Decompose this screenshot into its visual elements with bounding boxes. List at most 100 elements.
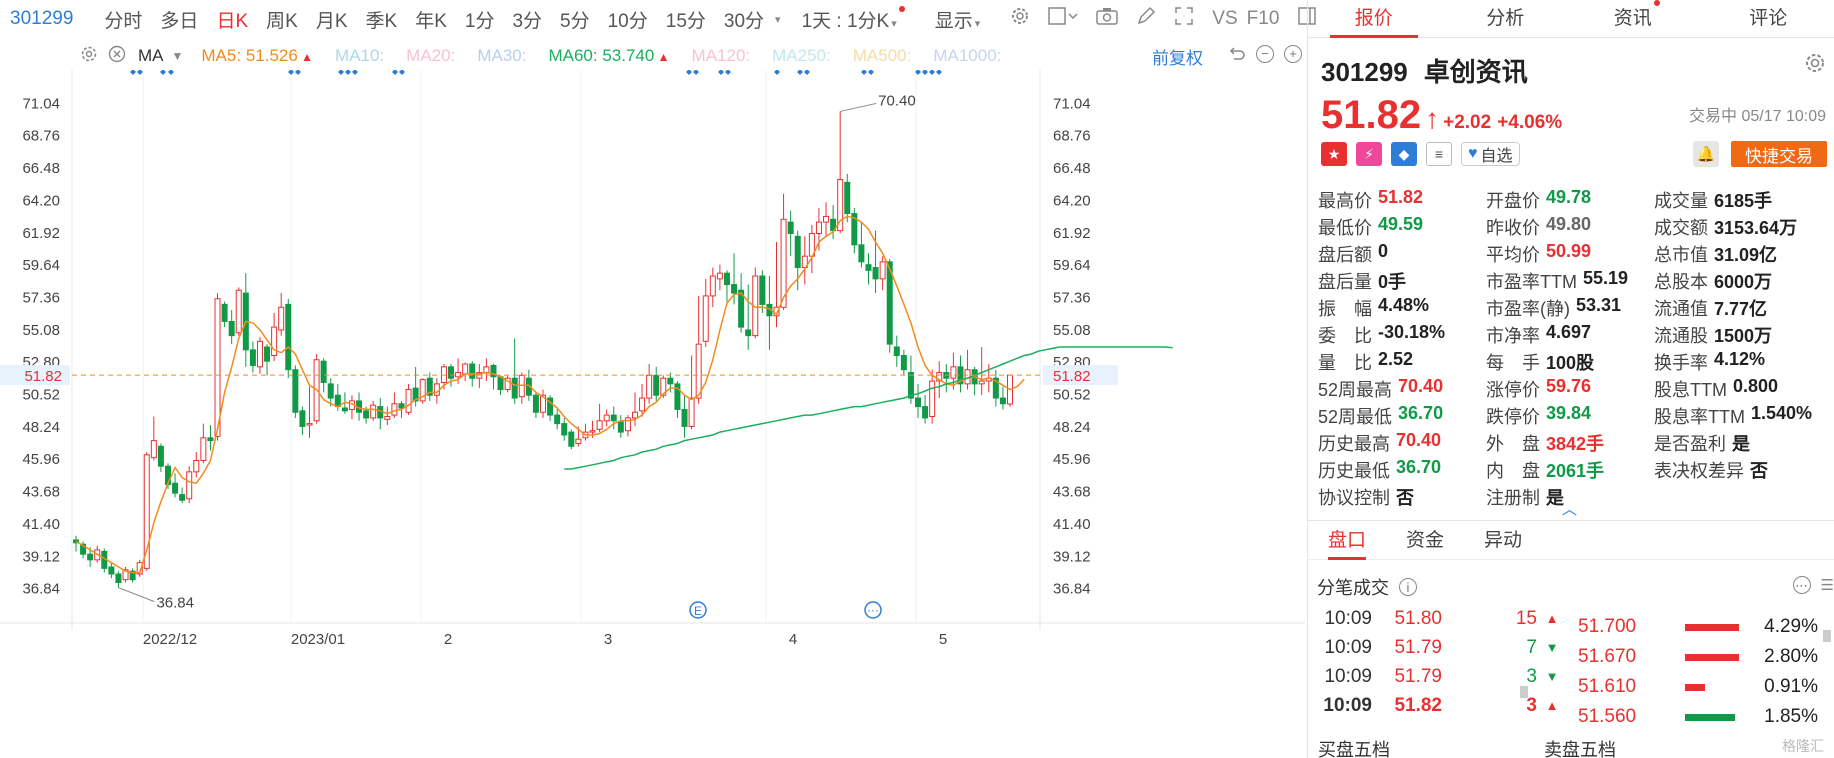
close-icon[interactable]: [108, 45, 126, 68]
quick-trade-button[interactable]: 快捷交易: [1731, 141, 1827, 167]
zoom-in-icon[interactable]: +: [1284, 44, 1302, 63]
period-4[interactable]: 月K: [307, 6, 357, 33]
stat-value: 3842手: [1546, 433, 1605, 454]
level-bar-fill: [1685, 653, 1739, 661]
tag-icon[interactable]: ◆: [1391, 142, 1417, 166]
scrollbar[interactable]: [1520, 686, 1528, 698]
period-12[interactable]: 30分: [715, 6, 773, 33]
period-11[interactable]: 15分: [657, 6, 715, 33]
stat-value: 6000万: [1714, 271, 1773, 292]
app-root: 301299 分时 多日 日K 周K 月K 季K 年K 1分 3分 5分 10分 15分 30分 ▾ 1…: [0, 0, 1834, 758]
event-marker[interactable]: [399, 70, 405, 75]
fullscreen-icon[interactable]: [1165, 6, 1203, 32]
period-8[interactable]: 3分: [503, 6, 551, 33]
period-0[interactable]: 分时: [95, 6, 151, 33]
candle-body: [815, 221, 822, 234]
event-marker[interactable]: [868, 70, 874, 75]
ma250-label[interactable]: MA250:: [772, 46, 831, 66]
event-marker[interactable]: [295, 70, 301, 75]
camera-icon[interactable]: [1087, 6, 1127, 32]
tab-analysis[interactable]: 分析: [1440, 0, 1572, 37]
event-marker[interactable]: [686, 70, 692, 75]
stock-code-tab[interactable]: 301299: [0, 8, 83, 30]
ma30-label[interactable]: MA30:: [477, 46, 526, 66]
ma5-label[interactable]: MA5: 51.526 ▲: [201, 46, 313, 66]
ma1000-label[interactable]: MA1000:: [933, 46, 1001, 66]
event-marker[interactable]: [725, 70, 731, 75]
add-watchlist-button[interactable]: ♥ 自选: [1461, 142, 1520, 166]
period-6[interactable]: 年K: [406, 6, 456, 33]
event-marker[interactable]: [718, 70, 724, 75]
ma120-label[interactable]: MA120:: [692, 46, 751, 66]
level-row: 51.670 2.80%: [1578, 642, 1818, 672]
chevron-down-icon[interactable]: ▼: [172, 49, 184, 63]
info-icon[interactable]: i: [1399, 578, 1417, 596]
event-marker[interactable]: [922, 70, 928, 75]
event-marker[interactable]: [693, 70, 699, 75]
indicator-settings-icon[interactable]: [80, 45, 98, 68]
chevron-down-icon[interactable]: ▾: [775, 13, 781, 26]
period-10[interactable]: 10分: [599, 6, 657, 33]
zoom-out-icon[interactable]: −: [1256, 44, 1274, 63]
ma60-label[interactable]: MA60: 53.740 ▲: [548, 46, 669, 66]
order-tabs: 盘口 资金 异动: [1308, 520, 1834, 560]
vs-button[interactable]: VS: [1203, 8, 1246, 30]
period-5[interactable]: 季K: [357, 6, 407, 33]
event-marker[interactable]: [352, 70, 358, 75]
tab-quote[interactable]: 报价: [1308, 0, 1440, 38]
stat-value: 3153.64万: [1714, 217, 1798, 238]
event-marker[interactable]: [797, 70, 803, 75]
more-icon[interactable]: ⋯: [1792, 576, 1811, 594]
gear-icon[interactable]: [1804, 52, 1826, 80]
ma500-label[interactable]: MA500:: [853, 46, 912, 66]
stat-label: 涨停价: [1486, 379, 1540, 400]
stat-value: 36.70: [1398, 402, 1444, 423]
event-marker[interactable]: [774, 70, 780, 75]
tab-orderbook[interactable]: 盘口: [1308, 521, 1386, 560]
event-marker[interactable]: [392, 70, 398, 75]
candle-body: [667, 377, 674, 385]
event-marker[interactable]: [936, 70, 942, 75]
period-3[interactable]: 周K: [257, 6, 307, 33]
display-menu[interactable]: 显示 ▾: [926, 6, 990, 33]
kline-chart[interactable]: 71.04 71.04 68.76 68.76 66.48 66.48 64.20 64.20…: [0, 70, 1305, 758]
candle-body: [398, 403, 405, 409]
china-flag-icon[interactable]: ★: [1321, 142, 1347, 166]
f10-button[interactable]: F10: [1247, 8, 1289, 30]
period-9[interactable]: 5分: [551, 6, 599, 33]
ma10-label[interactable]: MA10:: [335, 46, 384, 66]
lightning-icon[interactable]: ⚡: [1356, 142, 1382, 166]
event-marker[interactable]: [345, 70, 351, 75]
event-marker[interactable]: [861, 70, 867, 75]
scrollbar[interactable]: [1823, 630, 1831, 642]
tab-news[interactable]: 资讯: [1571, 0, 1703, 37]
event-marker[interactable]: [338, 70, 344, 75]
event-marker[interactable]: [804, 70, 810, 75]
ma20-label[interactable]: MA20:: [406, 46, 455, 66]
event-marker[interactable]: [288, 70, 294, 75]
event-marker[interactable]: [160, 70, 166, 75]
period-1[interactable]: 多日: [151, 6, 207, 33]
event-marker[interactable]: [130, 70, 136, 75]
tab-movement[interactable]: 异动: [1464, 521, 1542, 559]
menu-icon[interactable]: ☰: [1821, 576, 1834, 594]
stats-row: 委 比 -30.18% 市净率 4.697 流通股 1500万: [1318, 321, 1833, 348]
settings-icon[interactable]: [1001, 6, 1039, 32]
tab-capital[interactable]: 资金: [1386, 521, 1464, 559]
period-2[interactable]: 日K: [207, 6, 257, 33]
event-marker[interactable]: [168, 70, 174, 75]
bell-icon[interactable]: 🔔: [1693, 141, 1719, 167]
stat-cell: 历史最低 36.70: [1318, 457, 1486, 483]
event-marker[interactable]: [137, 70, 143, 75]
event-marker[interactable]: [929, 70, 935, 75]
layout-icon[interactable]: [1039, 6, 1087, 32]
pencil-icon[interactable]: [1127, 6, 1165, 32]
undo-icon[interactable]: [1228, 45, 1246, 68]
tab-comments[interactable]: 评论: [1703, 0, 1834, 37]
period-select[interactable]: 1天 : 1分K ▾: [793, 5, 914, 33]
document-icon[interactable]: ≡: [1426, 142, 1452, 166]
chevron-up-icon[interactable]: ︿: [1562, 498, 1577, 519]
period-7[interactable]: 1分: [456, 6, 504, 33]
adjust-button[interactable]: 前复权: [1152, 44, 1203, 69]
watermark: 格隆汇: [1782, 738, 1824, 754]
